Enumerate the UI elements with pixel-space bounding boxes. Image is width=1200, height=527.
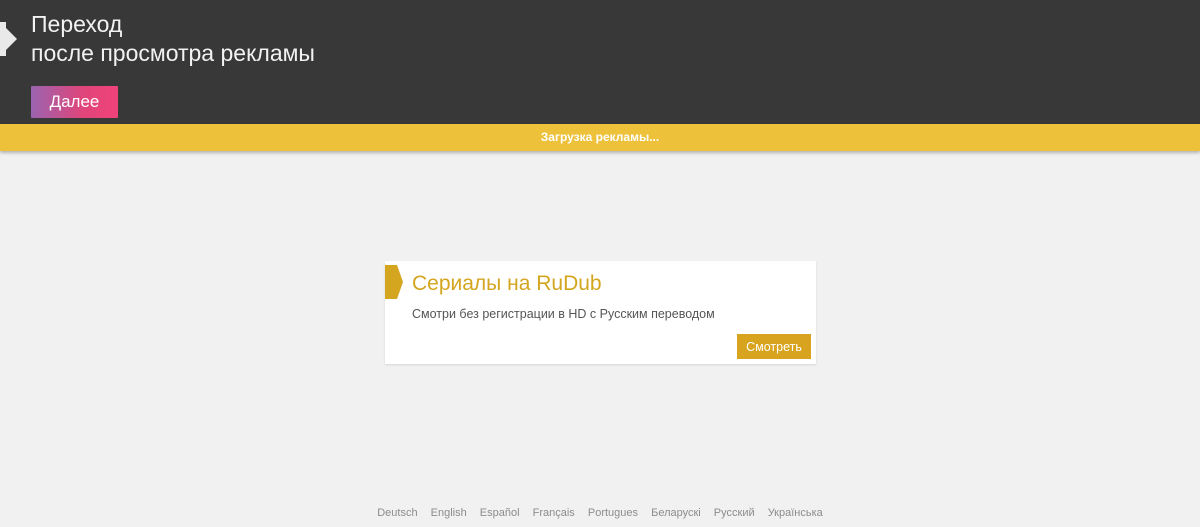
next-button[interactable]: Далее — [31, 86, 118, 118]
header: Переход после просмотра рекламы Далее — [0, 0, 1200, 124]
header-arrow-icon — [0, 22, 17, 56]
lang-link-portugues[interactable]: Portugues — [588, 507, 638, 519]
lang-link-english[interactable]: English — [431, 507, 467, 519]
lang-link-espanol[interactable]: Español — [480, 507, 520, 519]
lang-link-belarusian[interactable]: Беларускі — [651, 507, 701, 519]
ad-marker-icon — [385, 265, 403, 299]
ad-description: Смотри без регистрации в HD с Русским пе… — [412, 307, 715, 321]
lang-link-francais[interactable]: Français — [533, 507, 575, 519]
lang-link-ukrainian[interactable]: Українська — [768, 507, 823, 519]
ad-title[interactable]: Сериалы на RuDub — [412, 271, 602, 297]
loading-bar: Загрузка рекламы... — [0, 124, 1200, 151]
page-title: Переход после просмотра рекламы — [31, 10, 315, 68]
language-footer: Deutsch English Español Français Portugu… — [0, 506, 1200, 520]
lang-link-deutsch[interactable]: Deutsch — [377, 507, 417, 519]
page-title-line2: после просмотра рекламы — [31, 40, 315, 66]
lang-link-russian[interactable]: Русский — [714, 507, 755, 519]
page-title-line1: Переход — [31, 11, 123, 37]
watch-button[interactable]: Смотреть — [737, 334, 811, 359]
ad-card[interactable]: Сериалы на RuDub Смотри без регистрации … — [385, 261, 816, 364]
